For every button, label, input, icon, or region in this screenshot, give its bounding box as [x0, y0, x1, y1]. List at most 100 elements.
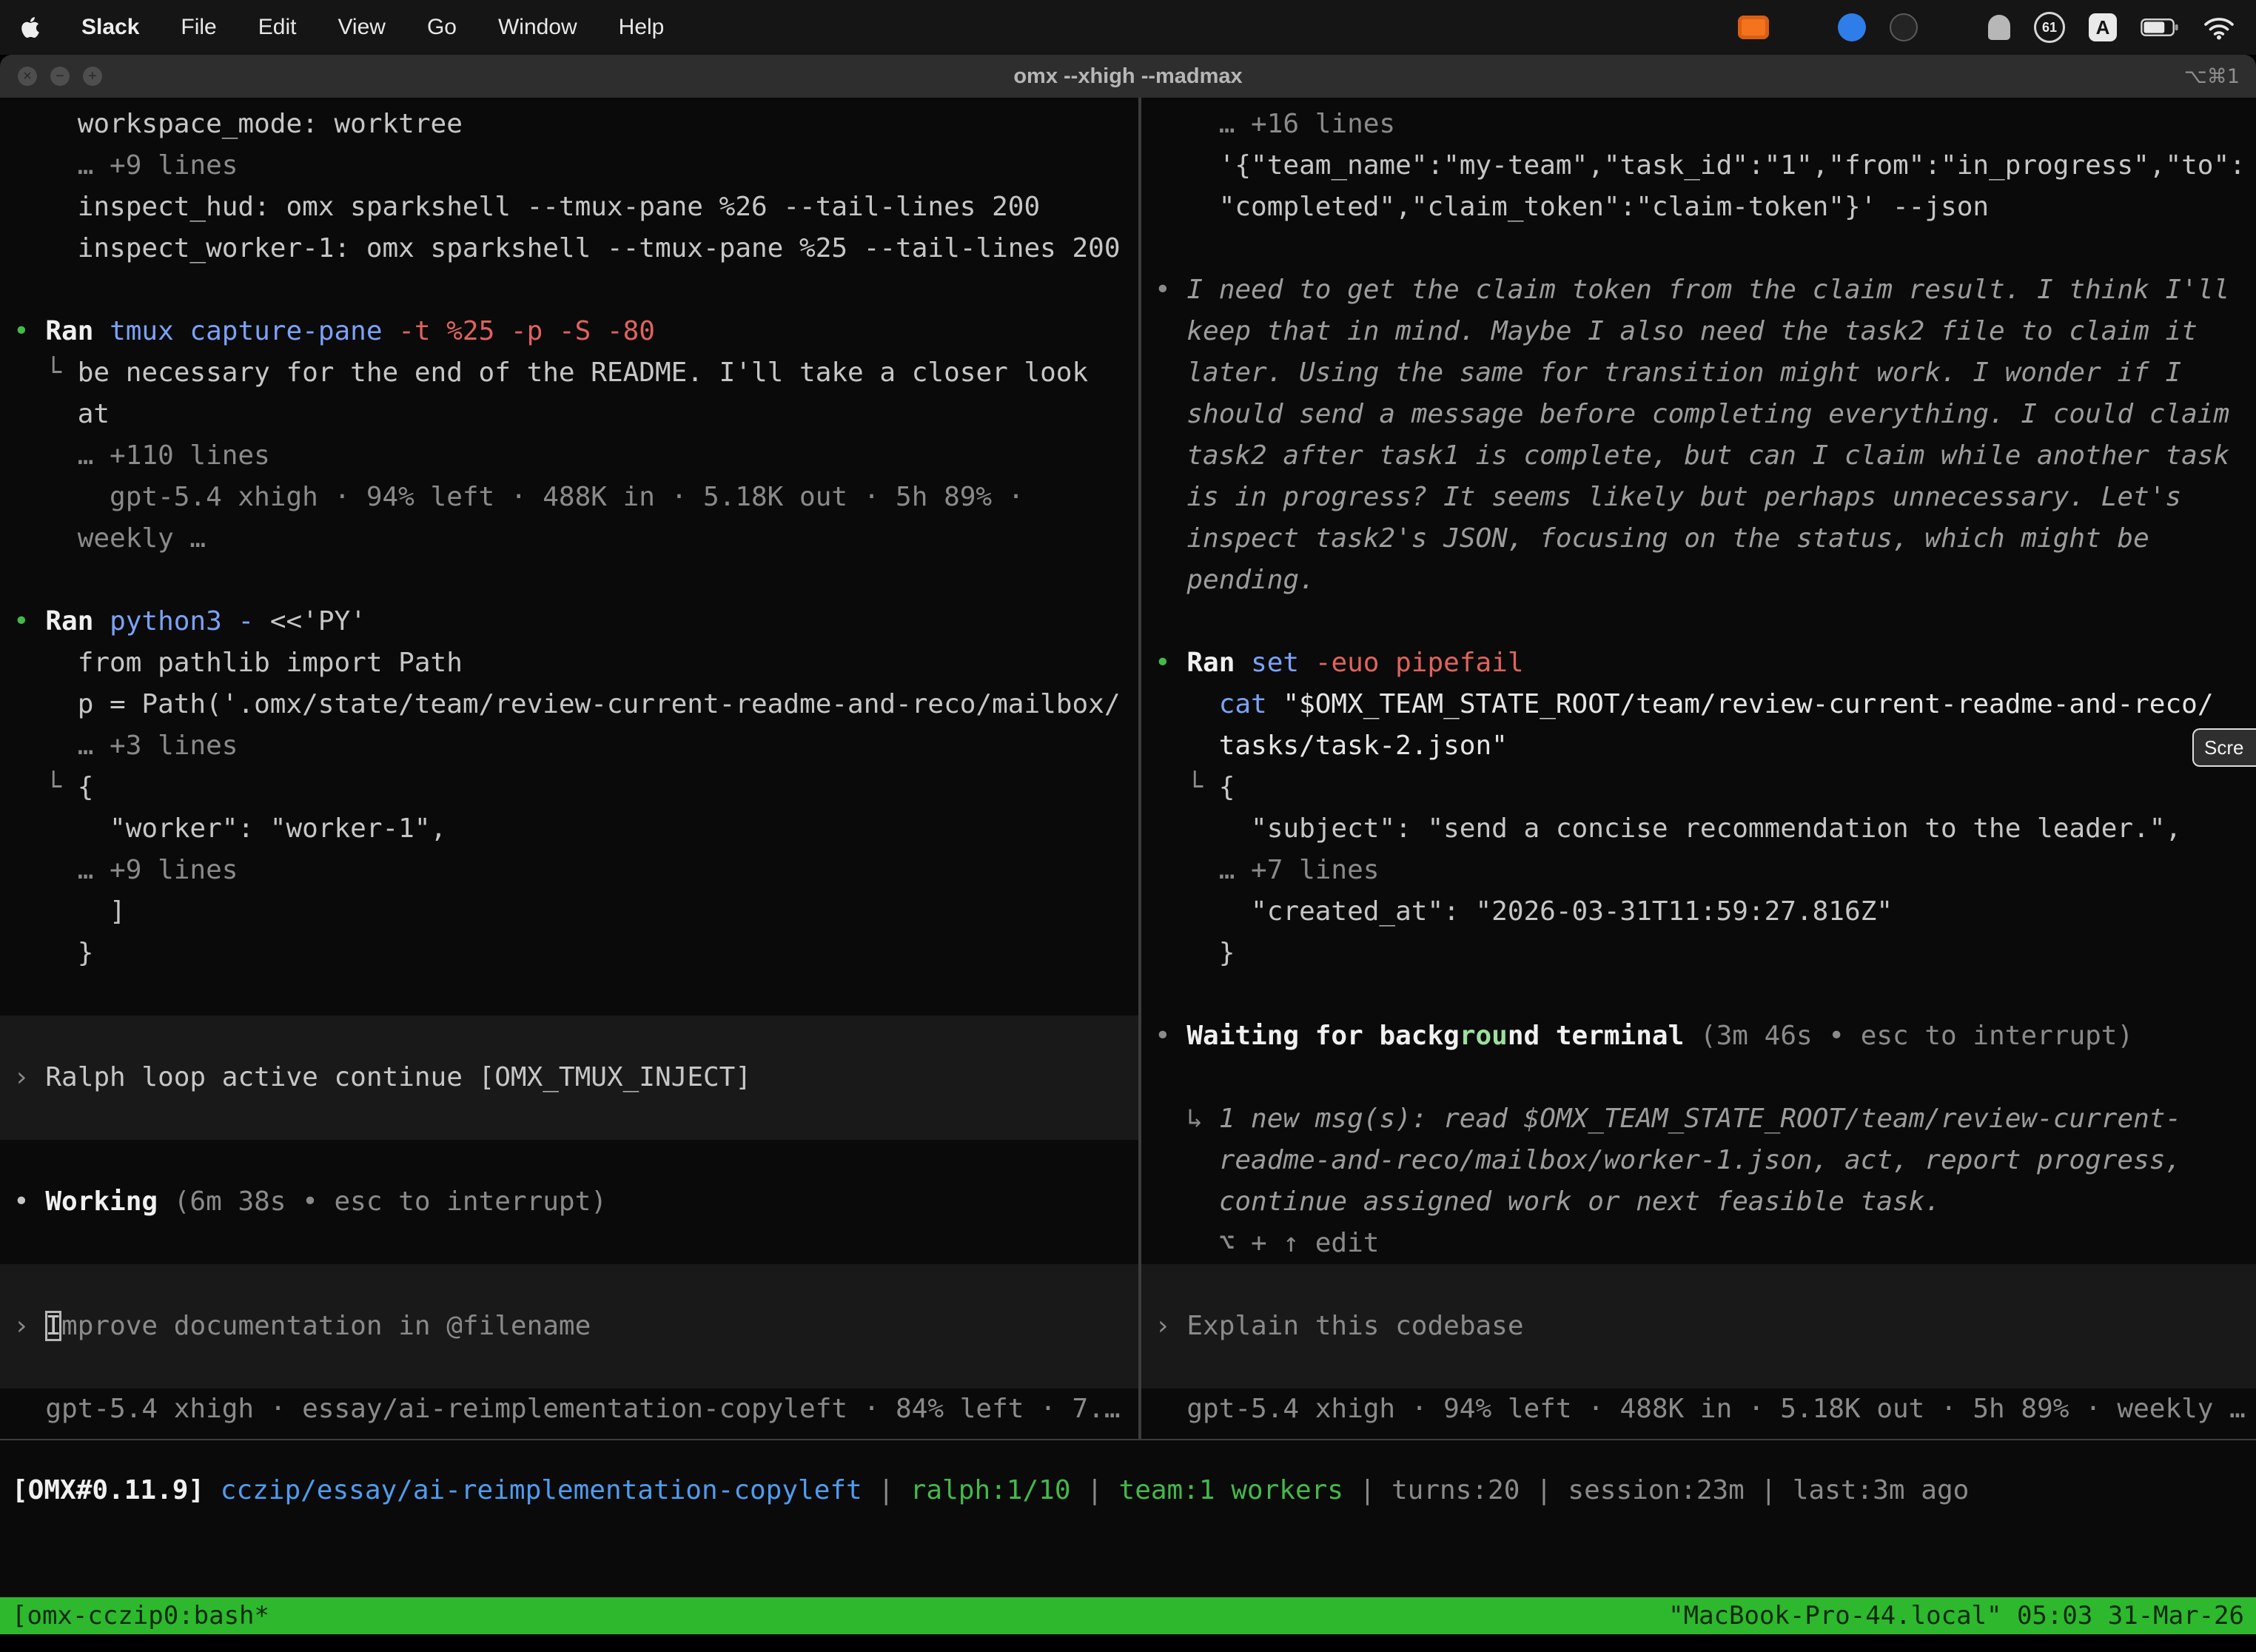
- terminal-line: cat "$OMX_TEAM_STATE_ROOT/team/review-cu…: [1141, 684, 2256, 725]
- terminal-line: "subject": "send a concise recommendatio…: [1141, 808, 2256, 850]
- terminal-line: }: [1141, 933, 2256, 974]
- wifi-icon[interactable]: [2203, 15, 2235, 40]
- terminal-line: └ {: [1141, 767, 2256, 808]
- menu-item-view[interactable]: View: [338, 15, 385, 40]
- omx-hud-status: [OMX#0.11.9] cczip/essay/ai-reimplementa…: [12, 1470, 2256, 1511]
- menu-item-window[interactable]: Window: [498, 15, 577, 40]
- menu-bar-status-icons: 61 A: [1738, 12, 2235, 43]
- terminal-line: • Ran tmux capture-pane -t %25 -p -S -80: [0, 311, 1138, 352]
- terminal-line: inspect task2's JSON, focusing on the st…: [1141, 518, 2256, 560]
- pane-status-line: gpt-5.4 xhigh · essay/ai-reimplementatio…: [0, 1389, 1138, 1430]
- terminal-window: × − + omx --xhigh --madmax ⌥⌘1 workspace…: [0, 55, 2256, 1652]
- terminal-line: [1141, 228, 2256, 269]
- terminal-line: … +9 lines: [0, 145, 1138, 187]
- terminal-line: "worker": "worker-1",: [0, 808, 1138, 850]
- terminal-line: ⌥ + ↑ edit: [1141, 1223, 2256, 1264]
- terminal-line: [0, 560, 1138, 601]
- terminal-line: gpt-5.4 xhigh · 94% left · 488K in · 5.1…: [0, 477, 1138, 518]
- terminal-line: … +9 lines: [0, 850, 1138, 891]
- terminal-line: [1141, 1347, 2256, 1389]
- terminal-line: continue assigned work or next feasible …: [1141, 1181, 2256, 1223]
- terminal-line: '{"team_name":"my-team","task_id":"1","f…: [1141, 145, 2256, 187]
- terminal-line: └ {: [0, 767, 1138, 808]
- dark-app-icon[interactable]: [1890, 13, 1918, 41]
- terminal-line: … +16 lines: [1141, 104, 2256, 145]
- minimize-button[interactable]: −: [50, 67, 70, 86]
- terminal-line: tasks/task-2.json": [1141, 725, 2256, 767]
- terminal-line: at: [0, 394, 1138, 435]
- bottom-gap: [0, 1634, 2256, 1652]
- menu-item-go[interactable]: Go: [427, 15, 457, 40]
- blue-app-icon[interactable]: [1838, 13, 1866, 41]
- terminal-line: inspect_worker-1: omx sparkshell --tmux-…: [0, 228, 1138, 269]
- terminal-line: keep that in mind. Maybe I also need the…: [1141, 311, 2256, 352]
- terminal-line: [0, 1347, 1138, 1389]
- terminal-line: ]: [0, 891, 1138, 933]
- tmux-session-label: [omx-cczip0:bash*: [12, 1601, 269, 1631]
- terminal-line: [0, 1015, 1138, 1057]
- terminal-line: pending.: [1141, 560, 2256, 601]
- tmux-pane-left: workspace_mode: worktree … +9 lines insp…: [0, 98, 1138, 1439]
- terminal-line: [1141, 1057, 2256, 1098]
- terminal-line: [0, 974, 1138, 1015]
- waiting-status: • Waiting for background terminal (3m 46…: [1141, 1015, 2256, 1057]
- terminal-line: [0, 1223, 1138, 1264]
- terminal-line: [1141, 601, 2256, 642]
- window-shortcut-hint: ⌥⌘1: [2184, 65, 2240, 88]
- menu-items: File Edit View Go Window Help: [181, 15, 664, 40]
- pane-status-line: gpt-5.4 xhigh · 94% left · 488K in · 5.1…: [1141, 1389, 2256, 1430]
- terminal-line: ↳ 1 new msg(s): read $OMX_TEAM_STATE_ROO…: [1141, 1098, 2256, 1140]
- terminal-line: • I need to get the claim token from the…: [1141, 269, 2256, 311]
- terminal-line: p = Path('.omx/state/team/review-current…: [0, 684, 1138, 725]
- tmux-client: workspace_mode: worktree … +9 lines insp…: [0, 98, 2256, 1439]
- terminal-line: workspace_mode: worktree: [0, 104, 1138, 145]
- close-button[interactable]: ×: [18, 67, 37, 86]
- terminal-line: … +3 lines: [0, 725, 1138, 767]
- terminal-line: • Ran python3 - <<'PY': [0, 601, 1138, 642]
- menu-item-edit[interactable]: Edit: [258, 15, 297, 40]
- terminal-line: is in progress? It seems likely but perh…: [1141, 477, 2256, 518]
- terminal-line: … +110 lines: [0, 435, 1138, 477]
- terminal-line: task2 after task1 is complete, but can I…: [1141, 435, 2256, 477]
- screen-recording-icon[interactable]: [1738, 16, 1769, 39]
- zoom-button[interactable]: +: [83, 67, 102, 86]
- terminal-line: … +7 lines: [1141, 850, 2256, 891]
- input-source-icon[interactable]: A: [2089, 13, 2117, 41]
- window-title: omx --xhigh --madmax: [0, 64, 2256, 89]
- terminal-line: [0, 1264, 1138, 1306]
- terminal-line: "completed","claim_token":"claim-token"}…: [1141, 187, 2256, 228]
- prompt-input[interactable]: › Improve documentation in @filename: [0, 1306, 1138, 1347]
- terminal-line: [1141, 974, 2256, 1015]
- prompt-suggestion[interactable]: › Explain this codebase: [1141, 1306, 2256, 1347]
- terminal-line: "created_at": "2026-03-31T11:59:27.816Z": [1141, 891, 2256, 933]
- tmux-pane-right: … +16 lines '{"team_name":"my-team","tas…: [1141, 98, 2256, 1439]
- terminal-line: from pathlib import Path: [0, 642, 1138, 684]
- terminal-line: [0, 1098, 1138, 1140]
- terminal-line: readme-and-reco/mailbox/worker-1.json, a…: [1141, 1140, 2256, 1181]
- working-status: • Working (6m 38s • esc to interrupt): [0, 1181, 1138, 1223]
- terminal-line: [1141, 1264, 2256, 1306]
- window-title-bar: × − + omx --xhigh --madmax ⌥⌘1: [0, 55, 2256, 98]
- menu-item-help[interactable]: Help: [619, 15, 665, 40]
- menu-bar: Slack File Edit View Go Window Help 61 A: [0, 0, 2256, 55]
- desktop: Slack File Edit View Go Window Help 61 A × −: [0, 0, 2256, 1652]
- battery-icon[interactable]: [2141, 18, 2179, 37]
- terminal-line: weekly …: [0, 518, 1138, 560]
- terminal-line: inspect_hud: omx sparkshell --tmux-pane …: [0, 187, 1138, 228]
- active-app-menu[interactable]: Slack: [81, 15, 139, 40]
- terminal-line: later. Using the same for transition mig…: [1141, 352, 2256, 394]
- omx-hud: [OMX#0.11.9] cczip/essay/ai-reimplementa…: [0, 1439, 2256, 1597]
- app-grid-icon[interactable]: [1941, 16, 1964, 39]
- tmux-host-clock: "MacBook-Pro-44.local" 05:03 31-Mar-26: [1668, 1601, 2244, 1631]
- window-grid-icon[interactable]: [1793, 17, 1814, 38]
- terminal-line: • Ran set -euo pipefail: [1141, 642, 2256, 684]
- apple-menu-icon[interactable]: [21, 16, 40, 39]
- terminal-line: }: [0, 933, 1138, 974]
- menu-item-file[interactable]: File: [181, 15, 216, 40]
- terminal-line: └ be necessary for the end of the README…: [0, 352, 1138, 394]
- terminal-line: [0, 269, 1138, 311]
- percent-61-icon[interactable]: 61: [2034, 12, 2065, 43]
- clipped-tooltip: Scre: [2192, 728, 2256, 767]
- ghost-icon[interactable]: [1988, 15, 2010, 40]
- tmux-status-bar: [omx-cczip0:bash* "MacBook-Pro-44.local"…: [0, 1597, 2256, 1634]
